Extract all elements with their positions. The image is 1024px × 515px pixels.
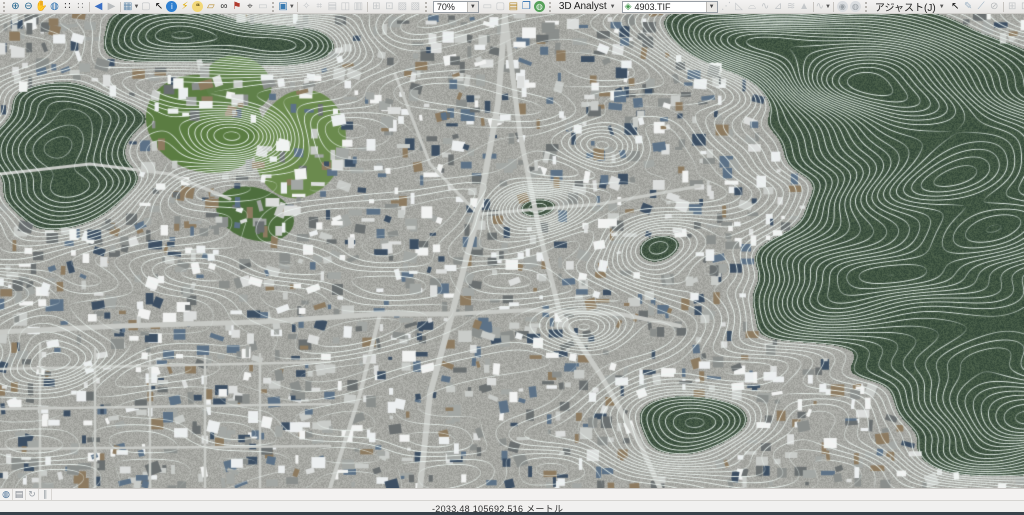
steepest-path-tool[interactable]: ⊿: [772, 1, 785, 13]
toolbar-group-adjust-toolbar: アジャスト(J)▼↖✎⟋⊘⊞⊡⧈⊟≒≠: [862, 0, 1024, 14]
attribute-transfer-tool[interactable]: ⊡: [1019, 1, 1024, 13]
toolbar-grip[interactable]: [3, 2, 7, 12]
toolbar-grip[interactable]: [425, 2, 429, 12]
html-popup-icon[interactable]: ❝: [192, 1, 203, 12]
toolbar-separator: [297, 2, 298, 12]
surface-layer-combo[interactable]: ◈4903.TIF▼: [622, 1, 718, 13]
interpolate-point-tool[interactable]: ⋰: [720, 1, 733, 13]
open-table-button[interactable]: ▤: [507, 1, 520, 13]
refresh-view-button[interactable]: ↻: [26, 489, 39, 500]
modify-link-tool[interactable]: ⟋: [975, 1, 988, 13]
arcscene-icon[interactable]: ◉: [837, 1, 848, 12]
surface-contour-tool[interactable]: ∿: [759, 1, 772, 13]
3d-analyst-menu-label: 3D Analyst: [559, 1, 607, 12]
viewer-window-tool[interactable]: ▣▼: [278, 1, 294, 13]
select-elements-tool[interactable]: ↖: [152, 1, 165, 13]
map-viewport: [0, 14, 1024, 488]
toolbar-group-3d-analyst-toolbar: 3D Analyst▼◈4903.TIF▼⋰◺⌓∿⊿≋▲∿▼◉◍: [546, 0, 862, 14]
toolbar-group-zoom-level-tools: 70%▼▭▢▤❐◍: [422, 0, 546, 14]
zoom-in-tool[interactable]: ⊕: [9, 1, 22, 13]
zoom-level-combo[interactable]: 70%▼: [433, 1, 479, 13]
toolbar-separator: [120, 2, 121, 12]
disabled-tool-6[interactable]: ⊞: [370, 1, 383, 13]
zoom-out-tool[interactable]: ⊖: [22, 1, 35, 13]
measure-tool[interactable]: ▱: [204, 1, 217, 13]
3d-analyst-menu[interactable]: 3D Analyst▼: [555, 1, 620, 13]
horizontal-scrollbar[interactable]: [52, 489, 1024, 500]
raster-layer-icon: ◈: [625, 1, 632, 12]
clear-selection-button[interactable]: ▢: [139, 1, 152, 13]
surface-layer-combo-value: 4903.TIF: [632, 2, 706, 12]
toolbar-grip[interactable]: [549, 2, 553, 12]
identify-icon[interactable]: i: [166, 1, 177, 12]
toolbar-separator: [813, 2, 814, 12]
add-layer-button[interactable]: ❐: [520, 1, 533, 13]
menu-caret-icon: ▼: [610, 4, 616, 10]
select-link-tool[interactable]: ↖: [949, 1, 962, 13]
dropdown-arrow-icon[interactable]: ▼: [467, 2, 478, 12]
link-table-button[interactable]: ⊞: [1006, 1, 1019, 13]
find-route-tool[interactable]: ⚑: [230, 1, 243, 13]
hyperlink-tool[interactable]: ⚡: [178, 1, 191, 13]
go-to-xy-tool[interactable]: ⌖: [243, 1, 256, 13]
view-toggle-buttons: ◍▤↻∥: [0, 489, 52, 500]
surface-shadow-tool[interactable]: ▲: [798, 1, 811, 13]
disabled-tool-8[interactable]: ▨: [396, 1, 409, 13]
adjust-menu[interactable]: アジャスト(J)▼: [871, 1, 949, 13]
pan-tool[interactable]: ✋: [35, 1, 48, 13]
menu-caret-icon: ▼: [939, 4, 945, 10]
layout-view-button[interactable]: ▤: [13, 489, 26, 500]
toolbar-separator: [1003, 2, 1004, 12]
toolbar-separator: [833, 2, 834, 12]
toolbar-grip[interactable]: [272, 2, 276, 12]
no-adjustment-button[interactable]: ⊘: [988, 1, 1001, 13]
pause-drawing-button[interactable]: ∥: [39, 489, 52, 500]
new-displacement-link-tool[interactable]: ✎: [962, 1, 975, 13]
find-tool[interactable]: ∞: [217, 1, 230, 13]
select-features-tool[interactable]: ▦▼: [123, 1, 139, 13]
view-toggle-row: ◍▤↻∥: [0, 488, 1024, 500]
profile-graph-button[interactable]: ∿▼: [816, 1, 831, 13]
dropdown-caret-icon[interactable]: ▼: [289, 4, 295, 10]
toolbar-group-navigation-tools: ⊕⊖✋◍∷∷◀▶▦▼▢↖i⚡❝▱∞⚑⌖▭: [0, 0, 269, 14]
forward-extent-button[interactable]: ▶: [105, 1, 118, 13]
dropdown-arrow-icon[interactable]: ▼: [706, 2, 717, 12]
toolbar-group-viewer-tools: ▣▼ ✧⌗▤◫▥ ⊞⊡▨▧: [269, 0, 421, 14]
fixed-zoom-in-button[interactable]: ∷: [61, 1, 74, 13]
toolbar-separator: [367, 2, 368, 12]
arcglobe-icon[interactable]: ◍: [850, 1, 861, 12]
line-of-sight-tool[interactable]: ≋: [785, 1, 798, 13]
time-slider-button[interactable]: ▭: [256, 1, 269, 13]
status-bar: -2033.48 105692.516 メートル: [0, 500, 1024, 512]
dropdown-caret-icon[interactable]: ▼: [825, 4, 831, 10]
disabled-tool-9[interactable]: ▧: [409, 1, 422, 13]
globe-view-icon[interactable]: ◍: [534, 1, 545, 12]
disabled-tool-7[interactable]: ⊡: [383, 1, 396, 13]
toolbar-grip[interactable]: [865, 2, 869, 12]
disabled-tool-2[interactable]: ⌗: [313, 1, 326, 13]
disabled-tool-3[interactable]: ▤: [326, 1, 339, 13]
main-toolbar: ⊕⊖✋◍∷∷◀▶▦▼▢↖i⚡❝▱∞⚑⌖▭▣▼✧⌗▤◫▥⊞⊡▨▧70%▼▭▢▤❐◍…: [0, 0, 1024, 14]
fixed-zoom-out-button[interactable]: ∷: [74, 1, 87, 13]
toolbar-separator: [89, 2, 90, 12]
disabled-tool-5[interactable]: ▥: [352, 1, 365, 13]
disabled-tool-4[interactable]: ◫: [339, 1, 352, 13]
interpolate-line-tool[interactable]: ◺: [733, 1, 746, 13]
data-view-button[interactable]: ◍: [0, 489, 13, 500]
full-extent-button[interactable]: ◍: [48, 1, 61, 13]
adjust-menu-label: アジャスト(J): [875, 0, 936, 14]
fit-to-window-button[interactable]: ▢: [494, 1, 507, 13]
disabled-tool-1[interactable]: ✧: [300, 1, 313, 13]
zoom-level-combo-value: 70%: [434, 2, 467, 12]
pan-to-selection-button[interactable]: ▭: [481, 1, 494, 13]
map-canvas[interactable]: [0, 14, 1024, 488]
interpolate-polygon-tool[interactable]: ⌓: [746, 1, 759, 13]
back-extent-button[interactable]: ◀: [92, 1, 105, 13]
